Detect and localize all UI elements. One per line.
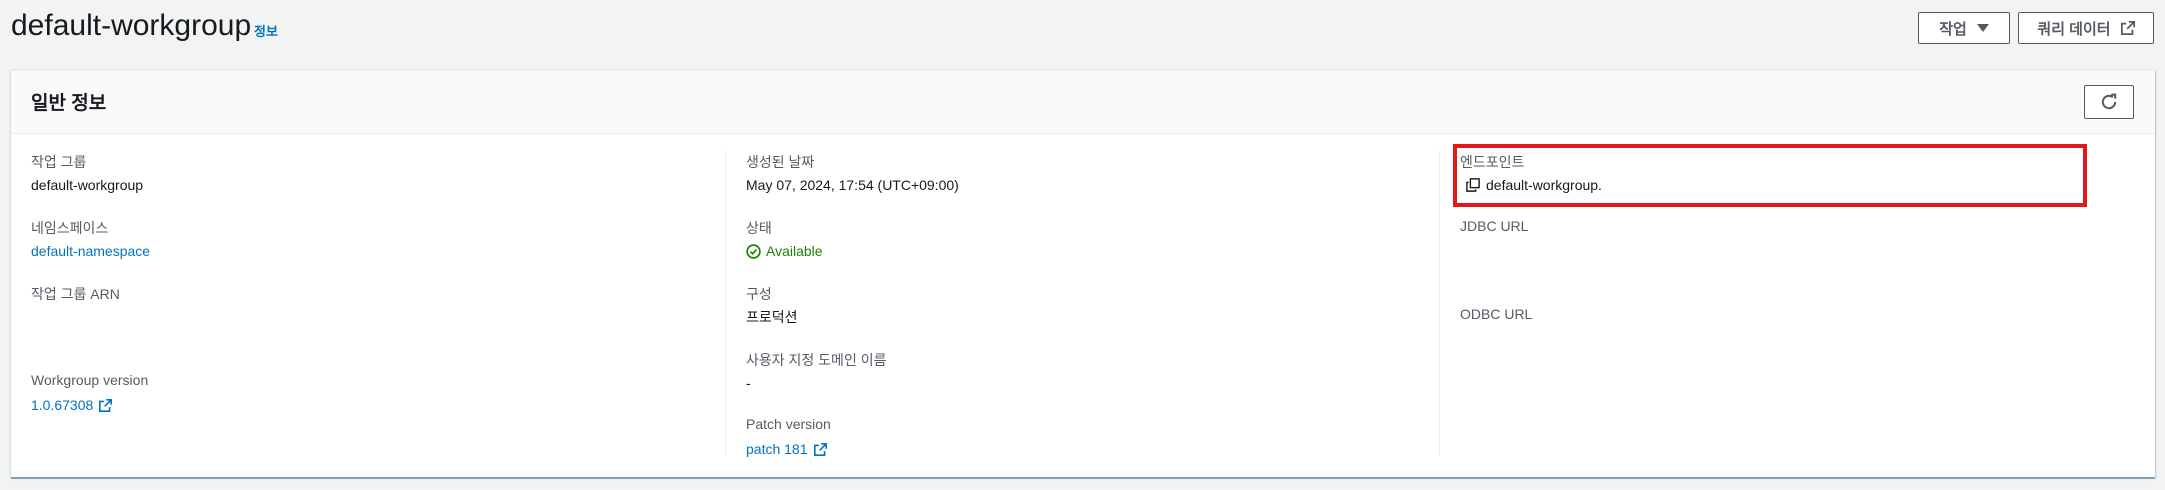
external-link-icon (99, 398, 113, 412)
external-link-icon (2120, 21, 2135, 35)
refresh-icon (2101, 93, 2117, 110)
panel-title: 일반 정보 (31, 93, 107, 114)
endpoint-highlight-box (1453, 144, 2087, 207)
patch-version-value: patch 181 (746, 441, 808, 457)
namespace-label: 네임스페이스 (31, 220, 109, 236)
panel-bottom-accent (11, 477, 2155, 479)
config-value: 프로덕션 (746, 309, 798, 325)
workgroup-version-label: Workgroup version (31, 372, 149, 388)
panel-header: 일반 정보 (11, 71, 2155, 134)
external-link-icon (813, 442, 827, 456)
workgroup-label: 작업 그룹 (31, 154, 87, 170)
status-label: 상태 (746, 220, 772, 236)
actions-button[interactable]: 작업 (1918, 12, 2010, 44)
actions-button-label: 작업 (1939, 20, 1967, 38)
custom-domain-value: - (746, 375, 751, 391)
workgroup-version-value: 1.0.67308 (31, 397, 94, 413)
workgroup-value: default-workgroup (31, 177, 144, 193)
page-header: default-workgroup 정보 작업 쿼리 데이터 (0, 0, 2165, 60)
query-data-button-label: 쿼리 데이터 (2037, 20, 2111, 38)
patch-version-link[interactable]: patch 181 (746, 441, 827, 457)
namespace-link[interactable]: default-namespace (31, 243, 150, 259)
general-info-panel: 일반 정보 작업 그룹 default-workgroup 네임스페이스 def… (11, 70, 2155, 477)
odbc-url-label: ODBC URL (1460, 306, 1533, 322)
query-data-button[interactable]: 쿼리 데이터 (2018, 12, 2154, 44)
created-date-value: May 07, 2024, 17:54 (UTC+09:00) (746, 177, 959, 193)
jdbc-url-label: JDBC URL (1460, 218, 1529, 234)
column-divider (725, 151, 726, 456)
column-divider (1439, 151, 1440, 456)
created-date-label: 생성된 날짜 (746, 154, 815, 170)
status-indicator: Available (746, 243, 823, 259)
check-circle-icon (746, 243, 761, 259)
config-label: 구성 (746, 286, 772, 302)
refresh-button[interactable] (2084, 85, 2134, 119)
workgroup-version-link[interactable]: 1.0.67308 (31, 397, 113, 413)
page-title: default-workgroup (11, 9, 252, 42)
workgroup-arn-label: 작업 그룹 ARN (31, 286, 120, 302)
info-link[interactable]: 정보 (254, 21, 278, 40)
caret-down-icon (1976, 24, 1989, 32)
patch-version-label: Patch version (746, 416, 831, 432)
status-value: Available (766, 243, 823, 259)
custom-domain-label: 사용자 지정 도메인 이름 (746, 352, 887, 368)
